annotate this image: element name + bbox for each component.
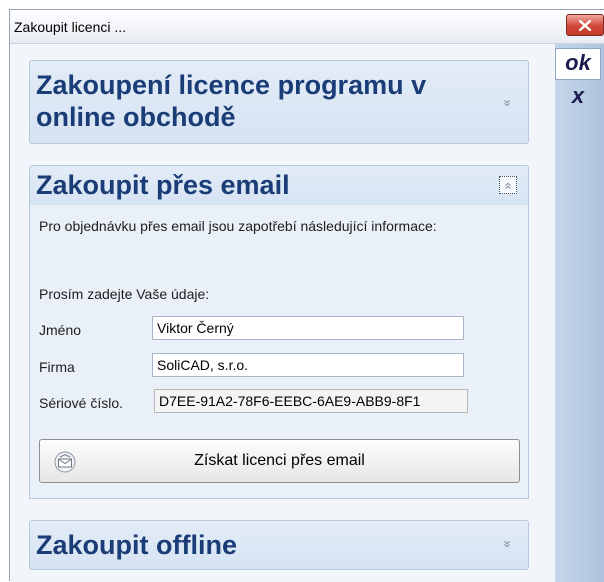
cancel-button[interactable]: x [555, 83, 601, 111]
action-sidebar: ok x [555, 44, 604, 582]
company-label: Firma [39, 359, 75, 375]
company-input[interactable] [152, 353, 464, 377]
purchase-license-window: Zakoupit licenci ... Zakoupení licence p… [9, 9, 604, 582]
close-button[interactable] [566, 14, 604, 36]
name-input[interactable] [152, 316, 464, 340]
window-title: Zakoupit licenci ... [14, 19, 127, 35]
serial-label: Sériové číslo. [39, 395, 124, 411]
double-chevron-down-icon: » [500, 540, 516, 548]
collapse-email-button[interactable]: » [499, 176, 517, 194]
section-offline-header[interactable]: Zakoupit offline » [29, 520, 529, 570]
section-offline-title: Zakoupit offline [36, 530, 237, 560]
section-online-title: Zakoupení licence programu v online obch… [36, 70, 427, 132]
section-email-title: Zakoupit přes email [36, 170, 290, 200]
section-online-header[interactable]: Zakoupení licence programu v online obch… [29, 60, 529, 144]
double-chevron-up-icon: » [499, 182, 515, 190]
section-email-body: Pro objednávku přes email jsou zapotřebí… [29, 205, 529, 499]
expand-offline-button[interactable]: » [499, 535, 517, 553]
double-chevron-down-icon: » [500, 99, 516, 107]
ok-button[interactable]: ok [555, 48, 601, 80]
expand-online-button[interactable]: » [499, 94, 517, 112]
title-bar: Zakoupit licenci ... [10, 10, 604, 44]
get-license-email-button[interactable]: Získat licenci přes email [39, 439, 520, 483]
serial-number-input[interactable] [154, 389, 468, 413]
get-license-email-label: Získat licenci přes email [194, 452, 365, 469]
enter-details-prompt: Prosím zadejte Vaše údaje: [39, 286, 210, 302]
name-label: Jméno [39, 322, 82, 338]
section-email-header[interactable]: Zakoupit přes email » [29, 165, 529, 205]
email-info-text: Pro objednávku přes email jsou zapotřebí… [39, 218, 437, 234]
close-icon [579, 19, 591, 31]
